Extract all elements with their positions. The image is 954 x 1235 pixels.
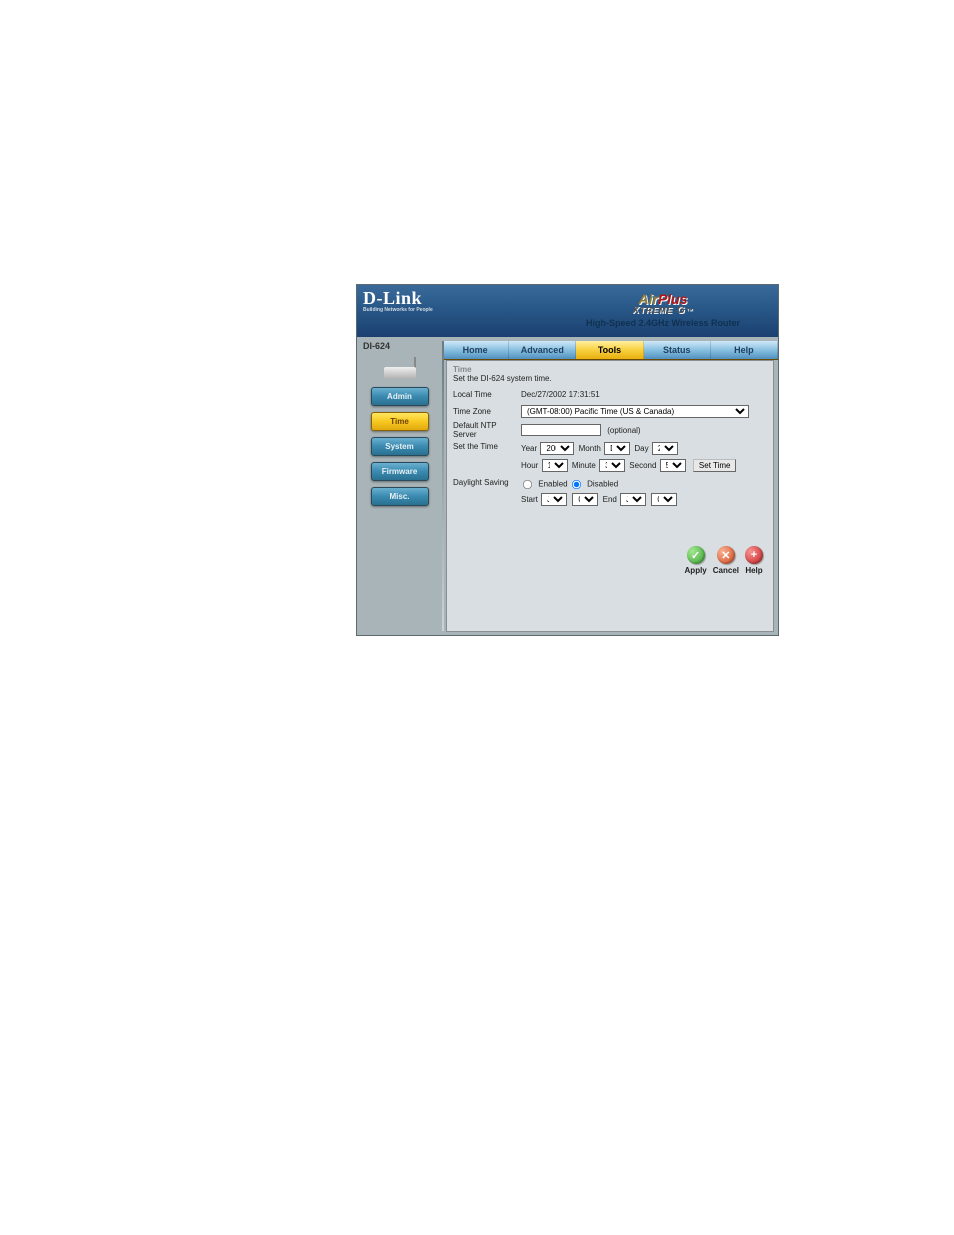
device-icon <box>380 357 420 379</box>
ds-start-month-select[interactable]: Jan <box>541 493 567 506</box>
ds-disabled-label: Disabled <box>587 480 618 489</box>
month-select[interactable]: Dec <box>604 442 630 455</box>
tab-status[interactable]: Status <box>644 341 711 359</box>
timezone-select[interactable]: (GMT-08:00) Pacific Time (US & Canada) <box>521 405 749 418</box>
settime-label: Set the Time <box>453 442 521 451</box>
apply-button[interactable]: ✓ Apply <box>685 546 707 575</box>
cancel-icon: ✕ <box>717 546 735 564</box>
ntp-hint: (optional) <box>607 426 640 435</box>
cancel-button[interactable]: ✕ Cancel <box>713 546 739 575</box>
content-area: Home Advanced Tools Status Help Time Set… <box>442 337 778 635</box>
month-label: Month <box>579 444 601 453</box>
brand-logo: D-Link Building Networks for People <box>363 288 433 313</box>
ds-start-label: Start <box>521 495 538 504</box>
sidebar-item-firmware[interactable]: Firmware <box>371 462 429 481</box>
sidebar-item-misc[interactable]: Misc. <box>371 487 429 506</box>
plus-icon: + <box>745 546 763 564</box>
tab-advanced[interactable]: Advanced <box>509 341 576 359</box>
ntp-label: Default NTP Server <box>453 421 521 439</box>
minute-label: Minute <box>572 461 596 470</box>
ds-end-label: End <box>603 495 617 504</box>
hour-select[interactable]: 17 <box>542 459 568 472</box>
action-buttons: ✓ Apply ✕ Cancel + Help <box>685 546 763 575</box>
sidebar-item-time[interactable]: Time <box>371 412 429 431</box>
day-label: Day <box>634 444 648 453</box>
tab-home[interactable]: Home <box>442 341 509 359</box>
logo-tagline: Building Networks for People <box>363 307 433 313</box>
timezone-label: Time Zone <box>453 407 521 416</box>
header: D-Link Building Networks for People AirP… <box>357 285 778 337</box>
year-label: Year <box>521 444 537 453</box>
second-label: Second <box>629 461 656 470</box>
hour-label: Hour <box>521 461 538 470</box>
ds-enabled-label: Enabled <box>538 480 567 489</box>
set-time-button[interactable]: Set Time <box>693 459 737 472</box>
year-select[interactable]: 2002 <box>540 442 574 455</box>
logo-text: D-Link <box>363 288 433 309</box>
minute-select[interactable]: 31 <box>599 459 625 472</box>
help-button[interactable]: + Help <box>745 546 763 575</box>
ntp-input[interactable] <box>521 424 601 436</box>
ds-end-month-select[interactable]: Jan <box>620 493 646 506</box>
product-logo: AirPlus XTREME G™ <box>558 291 768 316</box>
ds-enabled-radio[interactable] <box>523 480 532 489</box>
sidebar-item-admin[interactable]: Admin <box>371 387 429 406</box>
sidebar-item-system[interactable]: System <box>371 437 429 456</box>
divider <box>442 341 444 631</box>
ds-end-day-select[interactable]: 01 <box>651 493 677 506</box>
local-time-label: Local Time <box>453 390 521 399</box>
ds-start-day-select[interactable]: 01 <box>572 493 598 506</box>
tab-help[interactable]: Help <box>711 341 778 359</box>
product-brand: AirPlus XTREME G™ High-Speed 2.4GHz Wire… <box>558 291 768 328</box>
router-admin-window: D-Link Building Networks for People AirP… <box>356 284 779 636</box>
second-select[interactable]: 51 <box>660 459 686 472</box>
product-desc: High-Speed 2.4GHz Wireless Router <box>558 318 768 328</box>
tab-tools[interactable]: Tools <box>576 341 643 359</box>
panel-title: Time <box>453 365 767 374</box>
ds-disabled-radio[interactable] <box>572 480 581 489</box>
time-panel: Time Set the DI-624 system time. Local T… <box>446 360 774 632</box>
check-icon: ✓ <box>687 546 705 564</box>
panel-desc: Set the DI-624 system time. <box>453 374 767 383</box>
daylight-label: Daylight Saving <box>453 478 521 487</box>
main-tabs: Home Advanced Tools Status Help <box>442 341 778 360</box>
local-time-value: Dec/27/2002 17:31:51 <box>521 390 767 399</box>
day-select[interactable]: 27 <box>652 442 678 455</box>
sidebar: DI-624 Admin Time System Firmware Misc. <box>357 337 442 635</box>
model-label: DI-624 <box>357 337 442 351</box>
